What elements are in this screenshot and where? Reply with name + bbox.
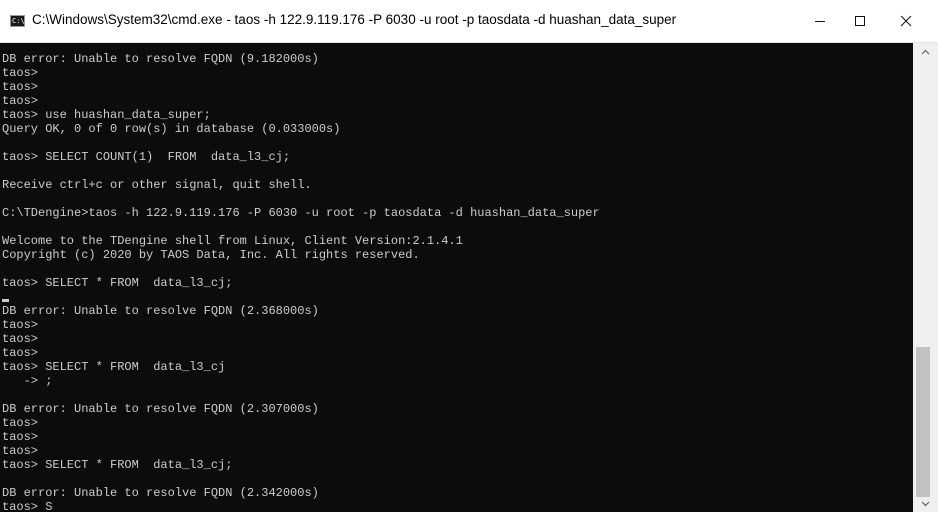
- terminal-line: taos>: [2, 318, 39, 332]
- terminal-line: taos>: [2, 80, 39, 94]
- cmd-icon[interactable]: C:\.: [10, 15, 25, 27]
- terminal-line: C:\TDengine>taos -h 122.9.119.176 -P 603…: [2, 206, 600, 220]
- scroll-down-button[interactable]: [913, 495, 938, 512]
- terminal-line: DB error: Unable to resolve FQDN (2.3070…: [2, 402, 319, 416]
- vertical-scrollbar[interactable]: [913, 43, 938, 512]
- terminal-line: taos> SELECT * FROM data_l3_cj;: [2, 458, 233, 472]
- terminal-lines: DB error: Unable to resolve FQDN (9.1820…: [2, 52, 600, 512]
- maximize-button[interactable]: [837, 0, 883, 42]
- close-icon: [900, 15, 912, 27]
- terminal-line: taos>: [2, 416, 39, 430]
- scroll-up-arrow-icon: [921, 49, 930, 54]
- window-title: C:\Windows\System32\cmd.exe - taos -h 12…: [32, 12, 677, 27]
- terminal-line: taos>: [2, 94, 39, 108]
- terminal-line: taos> use huashan_data_super;: [2, 108, 211, 122]
- terminal-line: taos>: [2, 332, 39, 346]
- terminal-line: DB error: Unable to resolve FQDN (9.1820…: [2, 52, 319, 66]
- terminal-line: DB error: Unable to resolve FQDN (2.3420…: [2, 486, 319, 500]
- terminal-line: taos>: [2, 346, 39, 360]
- close-button[interactable]: [883, 0, 929, 42]
- terminal-line: taos>: [2, 430, 39, 444]
- terminal-line: Copyright (c) 2020 by TAOS Data, Inc. Al…: [2, 248, 420, 262]
- terminal-line: Receive ctrl+c or other signal, quit she…: [2, 178, 312, 192]
- terminal-line: taos> SELECT COUNT(1) FROM data_l3_cj;: [2, 150, 291, 164]
- terminal-line: taos> SELECT * FROM data_l3_cj;: [2, 276, 233, 290]
- terminal-line: Welcome to the TDengine shell from Linux…: [2, 234, 463, 248]
- terminal-line: DB error: Unable to resolve FQDN (2.3680…: [2, 304, 319, 318]
- scroll-down-arrow-icon: [921, 501, 930, 506]
- terminal-line: Query OK, 0 of 0 row(s) in database (0.0…: [2, 122, 341, 136]
- text-cursor: [2, 299, 9, 302]
- cmd-window: C:\. C:\Windows\System32\cmd.exe - taos …: [0, 0, 938, 512]
- minimize-icon: [815, 21, 825, 22]
- terminal-line: taos>: [2, 66, 39, 80]
- terminal-line: taos> SELECT * FROM data_l3_cj: [2, 360, 226, 374]
- terminal-output[interactable]: DB error: Unable to resolve FQDN (9.1820…: [0, 43, 913, 512]
- scroll-up-button[interactable]: [913, 43, 938, 60]
- scroll-thumb[interactable]: [916, 347, 930, 497]
- title-bar[interactable]: C:\. C:\Windows\System32\cmd.exe - taos …: [0, 0, 938, 43]
- terminal-line: taos>: [2, 444, 39, 458]
- terminal-line: taos> S: [2, 500, 53, 512]
- terminal-line: -> ;: [2, 374, 53, 388]
- maximize-icon: [855, 16, 865, 26]
